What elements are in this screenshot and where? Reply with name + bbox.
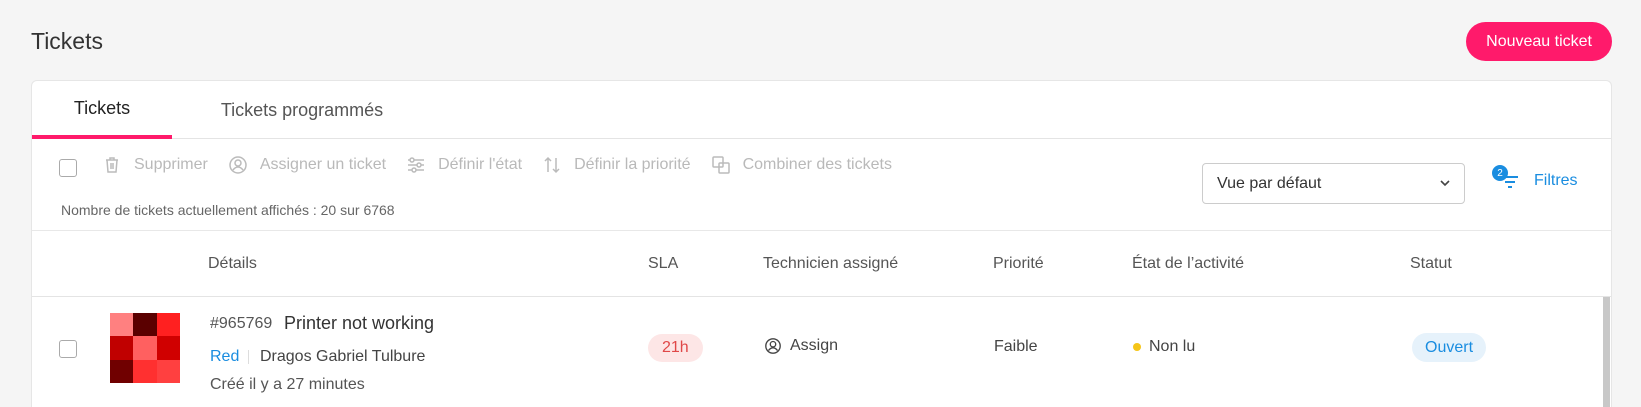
column-priority[interactable]: Priorité: [993, 255, 1044, 273]
tab-tickets[interactable]: Tickets: [32, 81, 172, 139]
user-circle-icon: [228, 155, 248, 175]
filters-count-badge: 2: [1492, 165, 1508, 181]
merge-tickets-action[interactable]: Combiner des tickets: [711, 155, 892, 175]
separator: [248, 350, 249, 364]
ticket-tag[interactable]: Red: [210, 348, 239, 366]
table-header: Détails SLA Technicien assigné Priorité …: [32, 231, 1611, 297]
chevron-down-icon: [1438, 176, 1452, 195]
ticket-priority[interactable]: Faible: [994, 338, 1038, 356]
column-sla[interactable]: SLA: [648, 255, 678, 273]
assign-technician[interactable]: Assign: [764, 337, 838, 355]
select-all-checkbox[interactable]: [59, 159, 77, 177]
avatar-tile: [156, 313, 180, 337]
filters-button[interactable]: 2 Filtres: [1492, 165, 1578, 193]
page-title: Tickets: [31, 28, 103, 54]
avatar-tile: [110, 336, 134, 360]
user-circle-icon: [764, 337, 782, 355]
column-details[interactable]: Détails: [208, 255, 257, 273]
avatar-tile: [133, 336, 157, 360]
ticket-created: Créé il y a 27 minutes: [210, 376, 365, 393]
delete-action[interactable]: Supprimer: [102, 155, 208, 175]
tab-bar: Tickets Tickets programmés: [32, 81, 1611, 139]
set-priority-action[interactable]: Définir la priorité: [542, 155, 691, 175]
activity-state: Non lu: [1133, 338, 1195, 356]
trash-icon: [102, 155, 122, 175]
table-row[interactable]: #965769 Printer not working Red Dragos G…: [32, 297, 1611, 407]
status-badge[interactable]: Ouvert: [1412, 333, 1487, 362]
tickets-card: Tickets Tickets programmés Supprimer Ass…: [31, 80, 1612, 407]
column-technician[interactable]: Technicien assigné: [763, 255, 898, 273]
avatar: [110, 313, 180, 383]
assign-ticket-action[interactable]: Assigner un ticket: [228, 155, 386, 175]
column-activity[interactable]: État de l’activité: [1132, 255, 1244, 273]
column-status[interactable]: Statut: [1410, 255, 1452, 273]
bulk-toolbar: Supprimer Assigner un ticket Définir l'é…: [32, 139, 1611, 231]
scrollbar[interactable]: [1603, 297, 1610, 407]
filters-label: Filtres: [1534, 172, 1578, 189]
avatar-tile: [110, 359, 134, 383]
avatar-tile: [156, 359, 180, 383]
filter-icon: 2: [1492, 165, 1520, 193]
sliders-icon: [406, 155, 426, 175]
sort-arrows-icon: [542, 155, 562, 175]
bulk-actions: Supprimer Assigner un ticket Définir l'é…: [102, 155, 912, 175]
merge-icon: [711, 155, 731, 175]
ticket-id: #965769: [210, 315, 273, 332]
avatar-tile: [156, 336, 180, 360]
ticket-count-text: Nombre de tickets actuellement affichés …: [61, 202, 395, 218]
set-state-action[interactable]: Définir l'état: [406, 155, 522, 175]
avatar-tile: [133, 313, 157, 337]
view-select-value: Vue par défaut: [1217, 174, 1322, 192]
avatar-tile: [110, 313, 134, 337]
sla-badge: 21h: [648, 334, 703, 362]
ticket-requester: Dragos Gabriel Tulbure: [260, 348, 426, 365]
ticket-title[interactable]: Printer not working: [284, 313, 434, 334]
avatar-tile: [133, 359, 157, 383]
new-ticket-button[interactable]: Nouveau ticket: [1466, 22, 1612, 61]
tab-scheduled-tickets[interactable]: Tickets programmés: [192, 81, 412, 139]
row-checkbox[interactable]: [59, 340, 77, 358]
unread-dot: [1133, 343, 1141, 351]
view-select[interactable]: Vue par défaut: [1202, 163, 1465, 204]
